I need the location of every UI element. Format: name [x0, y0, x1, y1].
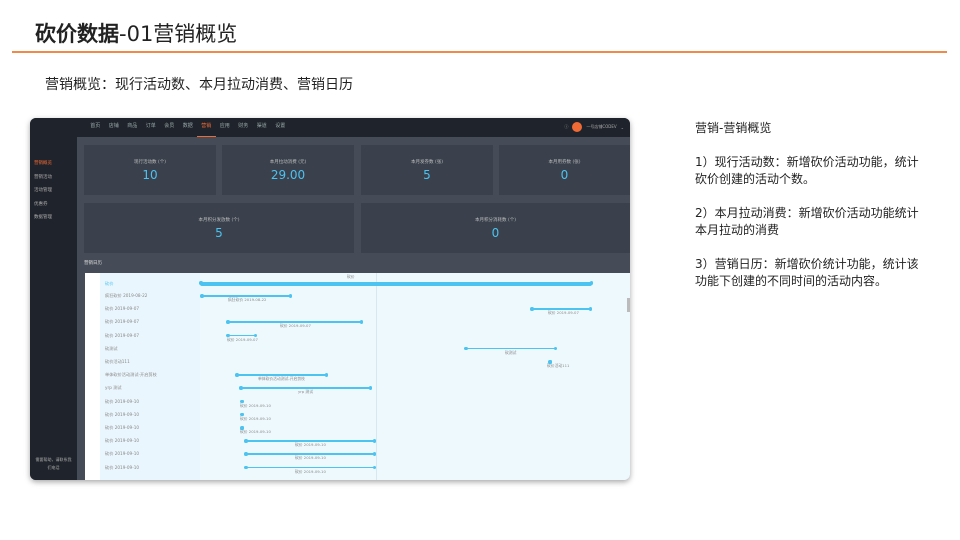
calendar-bar-label: 砍测试	[505, 349, 517, 355]
calendar-row[interactable]: 单体砍价活动测试-开启剪枝	[105, 372, 157, 378]
nav-item[interactable]: 应用	[216, 118, 235, 137]
calendar-bar-label: 砍价 2019-09-10	[240, 402, 271, 408]
calendar-bar-label: 疯狂砍价 2019-08-22	[228, 297, 267, 302]
stat-card: 本月积分消耗数 (个) 0	[361, 203, 630, 253]
today-line	[376, 273, 377, 480]
notes: 营销-营销概览 1）现行活动数：新增砍价活动功能，统计砍价创建的活动个数。 2）…	[695, 120, 925, 307]
calendar-row[interactable]: 砍价 2019-09-10	[105, 425, 139, 431]
calendar-row[interactable]: 疯狂砍价 2019-08-22	[105, 293, 147, 299]
stat-value: 0	[491, 226, 500, 240]
chevron-down-icon: ⌄	[620, 124, 624, 130]
calendar-bar-label: 砍价活动111	[547, 363, 570, 368]
scrollbar[interactable]	[627, 298, 630, 312]
note-item: 1）现行活动数：新增砍价活动功能，统计砍价创建的活动个数。	[695, 155, 919, 186]
nav-item[interactable]: 数据	[179, 118, 198, 137]
calendar-row[interactable]: 砍价活动111	[105, 359, 130, 365]
note-item: 2）本月拉动消费：新增砍价活动功能统计本月拉动的消费	[695, 206, 919, 237]
calendar-row[interactable]: 砍价 2019-09-07	[105, 306, 139, 312]
stat-card: 本月积分发放数 (个) 5	[84, 203, 354, 253]
calendar-row[interactable]: 砍价 2019-09-10	[105, 438, 139, 444]
calendar-bar-label: 砍价 2019-09-10	[295, 442, 326, 448]
nav-item[interactable]: 营销	[197, 118, 216, 137]
calendar-bar-label: 砍价 2019-09-07	[548, 310, 579, 316]
user-menu[interactable]: ⓘ 一号店铺CODEV ⌄	[564, 122, 624, 132]
calendar-bar-label: 砍价 2019-09-10	[295, 455, 326, 461]
note-item: 3）营销日历：新增砍价统计功能，统计该功能下创建的不同时间的活动内容。	[695, 257, 919, 288]
bell-icon[interactable]: ⓘ	[564, 124, 568, 130]
stat-label: 本月积分消耗数 (个)	[475, 218, 516, 223]
nav-item[interactable]: 商品	[123, 118, 142, 137]
user-name: 一号店铺CODEV	[586, 124, 617, 129]
sidebar-item[interactable]: 活动管理	[30, 184, 56, 198]
avatar	[572, 122, 583, 132]
stat-label: 现行活动数 (个)	[134, 160, 166, 165]
app-screenshot: 首页 店铺 商品 订单 会员 数据 营销 应用 财务 渠道 设置 ⓘ 一号店铺CODEV ⌄ 需要帮助，…	[30, 118, 630, 480]
nav-item[interactable]: 会员	[160, 118, 179, 137]
nav-item[interactable]: 财务	[234, 118, 253, 137]
group-bar	[199, 281, 593, 286]
calendar-bar-label: yrp 测试	[298, 389, 314, 395]
calendar-row[interactable]: yrp 测试	[105, 385, 122, 391]
page-title: 砍价数据-01营销概览	[35, 22, 238, 46]
calendar-row[interactable]: 砍价 2019-09-10	[105, 451, 139, 457]
calendar-bar-label: 单体砍价活动测试-开启剪枝	[258, 376, 305, 382]
subtitle: 营销概览：现行活动数、本月拉动消费、营销日历	[45, 77, 353, 93]
sidebar-item[interactable]: 优惠券	[30, 198, 52, 212]
help-text: 需要帮助，请联系我们电话	[35, 457, 72, 470]
stat-label: 本月积分发放数 (个)	[198, 218, 240, 223]
calendar-bar-label: 砍价 2019-09-07	[280, 323, 311, 329]
nav-item[interactable]: 店铺	[105, 118, 124, 137]
calendar-row[interactable]: 砍价 2019-09-10	[105, 399, 139, 405]
calendar-list: 砍价疯狂砍价 2019-08-22 砍价 2019-09-07 砍价 2019-09…	[100, 273, 200, 480]
nav-item[interactable]: 设置	[271, 118, 290, 137]
stat-card: 本月发券数 (张) 5	[361, 145, 493, 195]
stat-value: 5	[423, 168, 431, 182]
sidebar-item[interactable]: 营销活动	[30, 171, 56, 185]
group-bar-label: 砍价	[347, 274, 355, 279]
stat-label: 本月发券数 (张)	[411, 160, 443, 165]
stat-value: 5	[215, 226, 223, 240]
top-bar: 首页 店铺 商品 订单 会员 数据 营销 应用 财务 渠道 设置 ⓘ 一号店铺CODEV ⌄	[30, 118, 630, 137]
nav-item[interactable]: 渠道	[253, 118, 272, 137]
sidebar-item[interactable]: 数据管理	[30, 211, 56, 225]
title-divider	[12, 51, 947, 53]
calendar-bar-label: 砍价 2019-09-10	[295, 468, 326, 474]
stat-value: 29.00	[270, 168, 306, 182]
nav-item[interactable]: 首页	[86, 118, 105, 137]
calendar-bar-label: 砍价 2019-09-10	[240, 415, 271, 421]
stat-value: 0	[560, 168, 569, 182]
stat-card: 现行活动数 (个) 10	[84, 145, 216, 195]
marketing-calendar: 砍价疯狂砍价 2019-08-22 砍价 2019-09-07 砍价 2019-09…	[85, 273, 630, 480]
stat-card: 本月拉动消费 (元) 29.00	[222, 145, 354, 195]
main-nav: 首页 店铺 商品 订单 会员 数据 营销 应用 财务 渠道 设置	[86, 118, 290, 137]
nav-item[interactable]: 订单	[142, 118, 161, 137]
calendar-row[interactable]: 砍价 2019-09-10	[105, 412, 139, 418]
sidebar-item[interactable]: 营销概览	[30, 157, 56, 171]
notes-heading: 营销-营销概览	[695, 121, 772, 135]
calendar-row[interactable]: 砍价 2019-09-07	[105, 333, 139, 339]
calendar-bar-label: 砍价 2019-09-07	[227, 336, 258, 342]
sidebar: 需要帮助，请联系我们电话 营销概览 营销活动 活动管理 优惠券 数据管理	[30, 137, 77, 480]
calendar-row[interactable]: 砍价 2019-09-07	[105, 319, 139, 325]
calendar-chart: 砍价疯狂砍价 2019-08-22 砍价 2019-09-07 砍价 2019-09…	[199, 273, 630, 480]
stat-value: 10	[142, 168, 158, 182]
calendar-row[interactable]: 砍价 2019-09-10	[105, 465, 139, 471]
calendar-group[interactable]: 砍价	[105, 281, 113, 287]
stat-label: 本月拉动消费 (元)	[269, 160, 307, 165]
calendar-bar-label: 砍价 2019-09-10	[240, 429, 271, 434]
calendar-title: 营销日历	[84, 261, 102, 266]
calendar-row[interactable]: 砍测试	[105, 346, 118, 352]
stat-card: 本月用券数 (张) 0	[499, 145, 630, 195]
stat-label: 本月用券数 (张)	[548, 160, 581, 165]
